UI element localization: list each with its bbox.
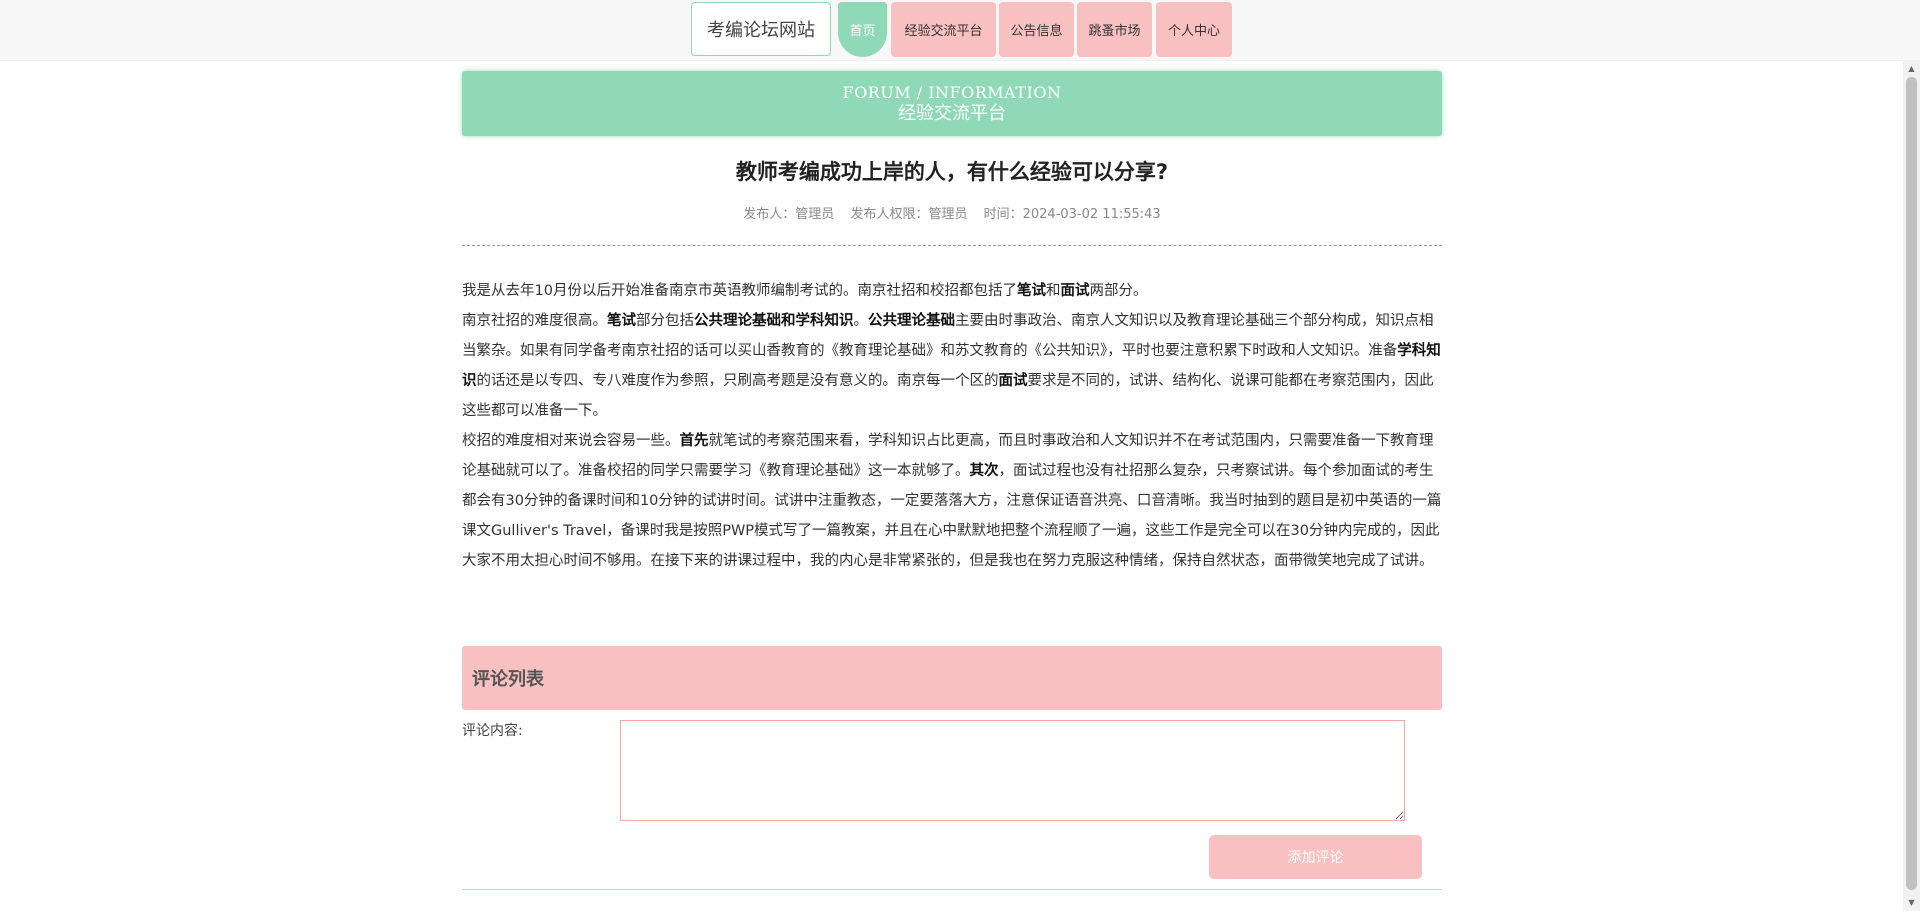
banner-title-en: FORUM / INFORMATION (842, 83, 1062, 102)
bold-span: 公共理论基础和学科知识 (694, 313, 854, 329)
site-brand[interactable]: 考编论坛网站 (691, 2, 831, 56)
text-span: 校招的难度相对来说会容易一些。 (462, 433, 680, 449)
comment-content-label: 评论内容: (462, 723, 523, 739)
bold-span: 笔试 (607, 313, 636, 329)
post-publisher: 发布人：管理员 (743, 207, 835, 222)
post-meta: 发布人：管理员 发布人权限：管理员 时间：2024-03-02 11:55:43 (462, 205, 1442, 225)
post-time: 时间：2024-03-02 11:55:43 (983, 207, 1161, 222)
text-span: 的话还是以专四、专八难度作为参照，只刷高考题是没有意义的。南京每一个区的 (476, 373, 999, 389)
scroll-down-icon[interactable]: ▼ (1903, 894, 1920, 911)
bold-span: 面试 (1060, 283, 1090, 299)
post-paragraph-1: 我是从去年10月份以后开始准备南京市英语教师编制考试的。南京社招和校招都包括了笔… (462, 276, 1442, 306)
scroll-thumb[interactable] (1906, 77, 1917, 890)
text-span: 南京社招的难度很高。 (462, 313, 607, 329)
nav-item-flea-market[interactable]: 跳蚤市场 (1077, 2, 1152, 57)
post-paragraph-3: 校招的难度相对来说会容易一些。首先就笔试的考察范围来看，学科知识占比更高，而且时… (462, 426, 1442, 576)
bold-span: 首先 (679, 433, 709, 449)
bold-span: 公共理论基础 (868, 313, 955, 329)
nav-item-experience-exchange[interactable]: 经验交流平台 (891, 2, 996, 57)
text-span: 两部分。 (1089, 283, 1148, 299)
nav-item-home[interactable]: 首页 (838, 2, 887, 57)
banner-title-cn: 经验交流平台 (898, 103, 1006, 124)
text-span: 部分包括 (636, 313, 694, 329)
top-navbar: 考编论坛网站 首页 经验交流平台 公告信息 跳蚤市场 个人中心 (0, 0, 1920, 61)
scroll-up-icon[interactable]: ▲ (1903, 60, 1920, 77)
comment-input[interactable] (620, 720, 1405, 821)
nav-item-personal-center[interactable]: 个人中心 (1156, 2, 1232, 57)
page-scrollbar[interactable]: ▲ ▼ (1903, 60, 1920, 911)
nav-item-announcements[interactable]: 公告信息 (999, 2, 1074, 57)
post-title: 教师考编成功上岸的人，有什么经验可以分享? (735, 160, 1169, 184)
bold-span: 其次 (969, 463, 999, 479)
comments-divider (462, 889, 1442, 890)
section-banner: FORUM / INFORMATION 经验交流平台 (462, 71, 1442, 136)
bold-span: 笔试 (1016, 283, 1046, 299)
bold-span: 面试 (998, 373, 1028, 389)
post-paragraph-2: 南京社招的难度很高。笔试部分包括公共理论基础和学科知识。公共理论基础主要由时事政… (462, 306, 1442, 426)
text-span: 我是从去年10月份以后开始准备南京市英语教师编制考试的。南京社招和校招都包括了 (462, 283, 1017, 299)
post-publisher-role: 发布人权限：管理员 (850, 207, 968, 222)
title-divider (462, 245, 1442, 246)
post-content: 我是从去年10月份以后开始准备南京市英语教师编制考试的。南京社招和校招都包括了笔… (462, 276, 1442, 576)
comments-header: 评论列表 (462, 646, 1442, 710)
text-span: 和 (1045, 283, 1061, 299)
text-span: 。 (853, 313, 869, 329)
add-comment-button[interactable]: 添加评论 (1209, 835, 1422, 879)
